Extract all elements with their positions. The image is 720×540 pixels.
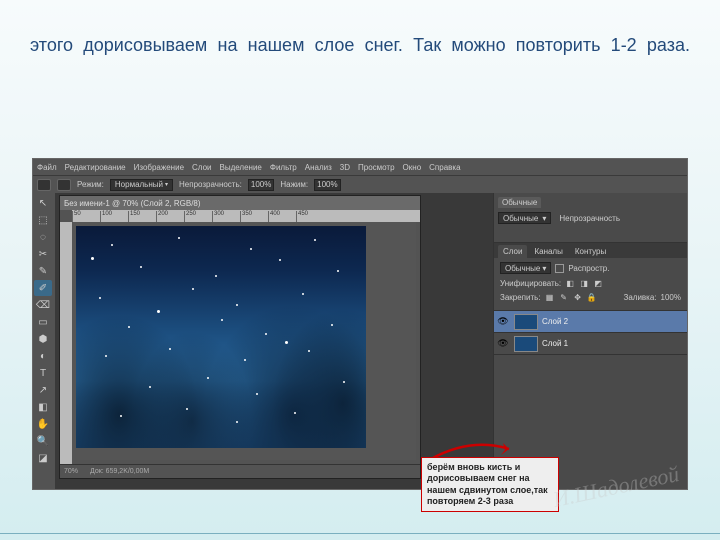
document-area: Без имени-1 @ 70% (Слой 2, RGB/8) 501001…: [55, 193, 493, 489]
slide-decorative-line: [0, 526, 720, 540]
hand-tool[interactable]: ✋: [34, 416, 52, 432]
lock-pixels-icon[interactable]: ✎: [559, 292, 569, 302]
shape-tool[interactable]: ◧: [34, 399, 52, 415]
right-panels: Обычные Обычные▾ Непрозрачность Слои Кан…: [493, 193, 687, 489]
canvas[interactable]: [72, 222, 416, 460]
brush-preset-picker[interactable]: [57, 179, 71, 191]
options-bar: Режим: Нормальный▾ Непрозрачность: 100% …: [33, 175, 687, 193]
fill-label: Заливка:: [624, 293, 657, 302]
ruler-vertical: [60, 222, 72, 464]
blend-mode-select[interactable]: Нормальный▾: [110, 179, 173, 191]
opacity-input[interactable]: 100%: [248, 179, 274, 191]
eraser-tool[interactable]: ⌫: [34, 297, 52, 313]
photoshop-window: Файл Редактирование Изображение Слои Выд…: [32, 158, 688, 490]
menu-window[interactable]: Окно: [403, 163, 422, 172]
lock-transparent-icon[interactable]: ▦: [545, 292, 555, 302]
doc-info: Док: 659,2K/0,00M: [90, 468, 149, 475]
menu-edit[interactable]: Редактирование: [65, 163, 126, 172]
visibility-icon[interactable]: 👁: [496, 338, 510, 349]
slide-caption-text: этого дорисовываем на нашем слое снег. Т…: [30, 32, 690, 58]
flow-input[interactable]: 100%: [314, 179, 340, 191]
channels-tab[interactable]: Каналы: [529, 245, 567, 258]
layer-row[interactable]: 👁 Слой 1: [494, 333, 687, 355]
eyedropper-tool[interactable]: ✎: [34, 263, 52, 279]
dodge-tool[interactable]: ◐: [34, 348, 52, 364]
toolbox: ↖ ⬚ ◌ ✂ ✎ ✐ ⌫ ▭ ⬢ ◐ T ↗ ◧ ✋ 🔍 ◪: [33, 193, 55, 489]
layer-blend-select[interactable]: Обычные▾: [500, 262, 551, 274]
move-tool[interactable]: ↖: [34, 195, 52, 211]
lock-label: Закрепить:: [500, 293, 541, 302]
layer-name[interactable]: Слой 2: [542, 317, 568, 326]
unify-icon-1[interactable]: ◧: [565, 278, 575, 288]
document-window: Без имени-1 @ 70% (Слой 2, RGB/8) 501001…: [59, 195, 421, 479]
layers-panel: Слои Каналы Контуры Обычные▾ Распростр. …: [494, 243, 687, 489]
lock-all-icon[interactable]: 🔒: [587, 292, 597, 302]
layer-name[interactable]: Слой 1: [542, 339, 568, 348]
layers-tab[interactable]: Слои: [498, 245, 527, 258]
type-tool[interactable]: T: [34, 365, 52, 381]
color-swatch[interactable]: ◪: [34, 450, 52, 466]
blur-tool[interactable]: ⬢: [34, 331, 52, 347]
zoom-level[interactable]: 70%: [64, 468, 78, 475]
adjustments-tab[interactable]: Обычные: [498, 197, 541, 208]
spread-checkbox[interactable]: [555, 264, 564, 273]
path-tool[interactable]: ↗: [34, 382, 52, 398]
adjustments-panel: Обычные Обычные▾ Непрозрачность: [494, 193, 687, 243]
layer-thumbnail[interactable]: [514, 314, 538, 330]
unify-label: Унифицировать:: [500, 279, 561, 288]
flow-label: Нажим:: [280, 180, 308, 189]
document-statusbar: 70% Док: 659,2K/0,00M: [60, 464, 420, 478]
brush-preview-swatch[interactable]: [37, 179, 51, 191]
crop-tool[interactable]: ✂: [34, 246, 52, 262]
mode-label: Режим:: [77, 180, 104, 189]
paths-tab[interactable]: Контуры: [570, 245, 611, 258]
brush-tool[interactable]: ✐: [34, 280, 52, 296]
marquee-tool[interactable]: ⬚: [34, 212, 52, 228]
layer-thumbnail[interactable]: [514, 336, 538, 352]
menu-layer[interactable]: Слои: [192, 163, 211, 172]
unify-icon-2[interactable]: ◨: [579, 278, 589, 288]
menu-filter[interactable]: Фильтр: [270, 163, 297, 172]
menu-3d[interactable]: 3D: [340, 163, 350, 172]
gradient-tool[interactable]: ▭: [34, 314, 52, 330]
menu-view[interactable]: Просмотр: [358, 163, 395, 172]
top-opacity-label: Непрозрачность: [559, 214, 620, 223]
menubar: Файл Редактирование Изображение Слои Выд…: [33, 159, 687, 175]
opacity-label: Непрозрачность:: [179, 180, 242, 189]
lock-position-icon[interactable]: ✥: [573, 292, 583, 302]
menu-file[interactable]: Файл: [37, 163, 57, 172]
unify-icon-3[interactable]: ◩: [593, 278, 603, 288]
document-title: Без имени-1 @ 70% (Слой 2, RGB/8): [60, 196, 420, 210]
canvas-image: [76, 226, 366, 448]
menu-select[interactable]: Выделение: [219, 163, 261, 172]
zoom-tool[interactable]: 🔍: [34, 433, 52, 449]
annotation-callout: берём вновь кисть и дорисовываем снег на…: [421, 457, 559, 512]
top-blend-select[interactable]: Обычные▾: [498, 212, 551, 224]
menu-image[interactable]: Изображение: [134, 163, 184, 172]
visibility-icon[interactable]: 👁: [496, 316, 510, 327]
lasso-tool[interactable]: ◌: [34, 229, 52, 245]
ruler-horizontal: 50100150200250300350400450: [72, 210, 420, 222]
fill-value[interactable]: 100%: [661, 293, 681, 302]
spread-label: Распростр.: [568, 264, 609, 273]
menu-analysis[interactable]: Анализ: [305, 163, 332, 172]
menu-help[interactable]: Справка: [429, 163, 460, 172]
layer-row[interactable]: 👁 Слой 2: [494, 311, 687, 333]
layers-list: 👁 Слой 2 👁 Слой 1: [494, 310, 687, 355]
